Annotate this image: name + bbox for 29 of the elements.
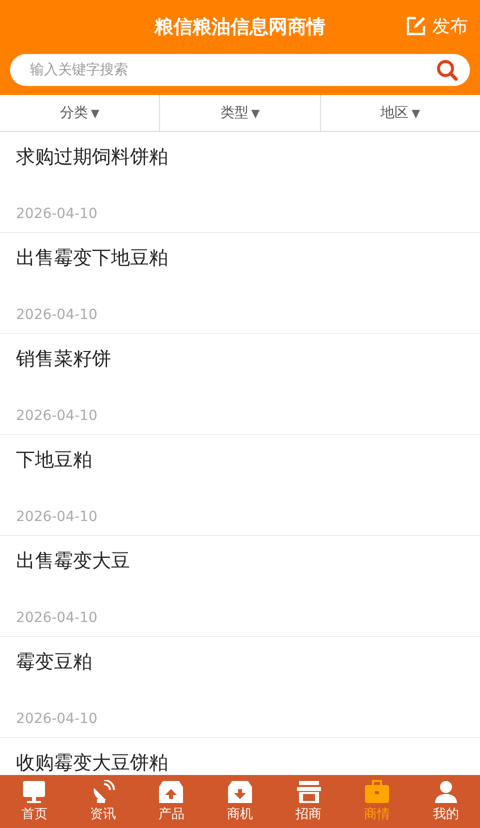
monitor-icon <box>21 780 48 804</box>
listing-date: 2026-04-10 <box>16 711 98 727</box>
nav-tab[interactable]: 我的 <box>411 775 480 828</box>
nav-tab[interactable]: 招商 <box>274 775 343 828</box>
listing-title[interactable]: 销售菜籽饼 <box>16 346 111 372</box>
listing-date: 2026-04-10 <box>16 307 98 323</box>
nav-tab[interactable]: 首页 <box>0 775 69 828</box>
listing-title[interactable]: 出售霉变下地豆粕 <box>16 245 168 271</box>
nav-tab[interactable]: 产品 <box>137 775 206 828</box>
listing-title[interactable]: 收购霉变大豆饼粕 <box>16 750 168 775</box>
user-icon <box>432 780 459 804</box>
search-field[interactable]: 输入关键字搜索 <box>10 54 470 86</box>
edit-icon <box>406 16 426 36</box>
nav-tab[interactable]: 商机 <box>206 775 274 828</box>
page-title: 粮信粮油信息网商情 <box>154 15 326 40</box>
listing-title[interactable]: 下地豆粕 <box>16 447 92 473</box>
listing-date: 2026-04-10 <box>16 610 98 626</box>
briefcase-icon <box>364 780 390 804</box>
listing-title[interactable]: 求购过期饲料饼粕 <box>16 144 168 170</box>
listing-title[interactable]: 霉变豆粕 <box>16 649 92 675</box>
download-box-icon <box>227 780 254 804</box>
listing-title[interactable]: 出售霉变大豆 <box>16 548 130 574</box>
shop-icon <box>296 780 322 804</box>
listing-date: 2026-04-10 <box>16 206 98 222</box>
listing-date: 2026-04-10 <box>16 408 98 424</box>
listing-date: 2026-04-10 <box>16 509 98 525</box>
search-icon[interactable] <box>436 59 458 81</box>
upload-box-icon <box>158 780 184 804</box>
nav-tab[interactable]: 资讯 <box>68 775 138 828</box>
